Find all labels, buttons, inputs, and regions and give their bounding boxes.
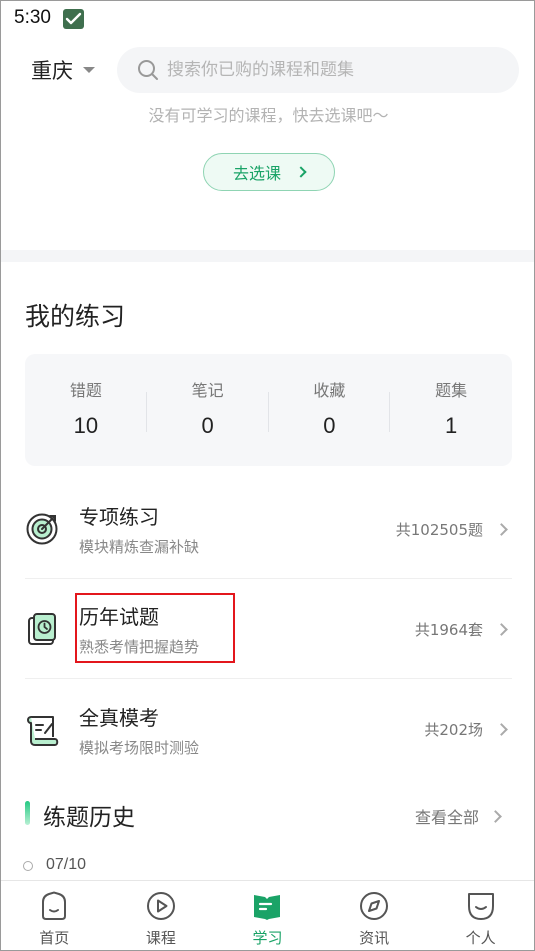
bottom-tab-bar: 首页 课程 学习 资讯 个人 [1, 880, 534, 950]
practice-stats-card: 错题 10 笔记 0 收藏 0 题集 1 [25, 354, 512, 466]
menu-item-texts: 专项练习 模块精炼查漏补缺 [79, 501, 396, 557]
compass-icon [360, 892, 389, 920]
book-icon [254, 895, 281, 920]
empty-course-tip-text: 没有可学习的课程，快去选课吧～ [148, 106, 389, 125]
tab-label: 学习 [252, 929, 283, 947]
menu-item-mock-exam[interactable]: 全真模考 模拟考场限时测验 共202场 [25, 680, 512, 779]
chevron-right-icon [489, 809, 502, 823]
app-frame: 5:30 重庆 没有可学习的课程，快去选课吧～ 去选课 我的练习 错题 10 笔… [0, 0, 535, 951]
city-label: 重庆 [31, 59, 73, 83]
status-time: 5:30 [14, 7, 51, 28]
tab-label: 资讯 [359, 929, 390, 947]
stat-question-sets[interactable]: 题集 1 [390, 354, 512, 466]
target-icon [26, 513, 58, 545]
menu-item-count: 共102505题 [395, 520, 483, 539]
menu-item-subtitle: 模拟考场限时测验 [79, 738, 200, 757]
tab-label: 首页 [39, 929, 70, 947]
caret-down-icon [83, 67, 95, 73]
menu-item-title: 全真模考 [79, 705, 159, 730]
search-input[interactable] [167, 60, 497, 80]
stat-label: 笔记 [191, 381, 224, 400]
stat-value: 0 [201, 413, 214, 438]
stat-value: 1 [445, 413, 458, 438]
play-icon [146, 892, 175, 920]
chevron-right-icon [495, 522, 508, 536]
tab-home[interactable]: 首页 [1, 881, 108, 950]
chevron-right-icon [295, 166, 307, 178]
chevron-right-icon [495, 723, 508, 736]
stat-wrong-questions[interactable]: 错题 10 [25, 354, 147, 466]
view-all-label: 查看全部 [414, 808, 479, 827]
menu-item-special-practice[interactable]: 专项练习 模块精炼查漏补缺 共102505题 [25, 480, 512, 579]
stat-value: 0 [323, 413, 336, 438]
menu-item-title: 专项练习 [79, 505, 159, 529]
stat-notes[interactable]: 笔记 0 [147, 354, 269, 466]
menu-item-subtitle: 模块精炼查漏补缺 [79, 538, 200, 556]
menu-item-count: 共1964套 [414, 620, 483, 639]
stat-label: 错题 [69, 381, 102, 400]
home-icon [42, 891, 67, 920]
tab-label: 课程 [145, 929, 176, 947]
history-accent-bar [25, 801, 30, 825]
stat-label: 收藏 [313, 381, 346, 400]
clock-book-icon [28, 613, 56, 645]
empty-course-tip: 没有可学习的课程，快去选课吧～ [1, 102, 534, 126]
choose-course-label: 去选课 [232, 164, 281, 183]
search-icon [138, 60, 158, 80]
highlight-annotation-box [75, 593, 235, 663]
tab-label: 个人 [465, 929, 496, 947]
tab-study[interactable]: 学习 [214, 881, 321, 950]
tab-courses[interactable]: 课程 [108, 881, 215, 950]
stat-favorites[interactable]: 收藏 0 [269, 354, 391, 466]
history-entry-date: 07/10 [46, 856, 87, 873]
city-selector[interactable]: 重庆 [31, 55, 95, 85]
tab-profile[interactable]: 个人 [427, 881, 534, 950]
stat-value: 10 [73, 413, 99, 438]
choose-course-button[interactable]: 去选课 [203, 153, 335, 191]
view-all-history-link[interactable]: 查看全部 [414, 804, 502, 828]
smile-icon [467, 893, 494, 920]
timeline-dot-icon [23, 861, 33, 871]
chevron-right-icon [495, 622, 508, 636]
search-bar[interactable] [117, 47, 519, 93]
menu-item-count: 共202场 [424, 721, 483, 739]
stat-label: 题集 [435, 381, 468, 400]
menu-item-texts: 全真模考 模拟考场限时测验 [79, 702, 424, 758]
scroll-exam-icon [27, 715, 59, 746]
tab-news[interactable]: 资讯 [321, 881, 428, 950]
notification-check-icon [63, 9, 84, 29]
practice-section-title: 我的练习 [25, 302, 126, 331]
history-section-title: 练题历史 [43, 805, 135, 831]
section-divider [1, 250, 534, 262]
status-bar: 5:30 [1, 1, 534, 37]
